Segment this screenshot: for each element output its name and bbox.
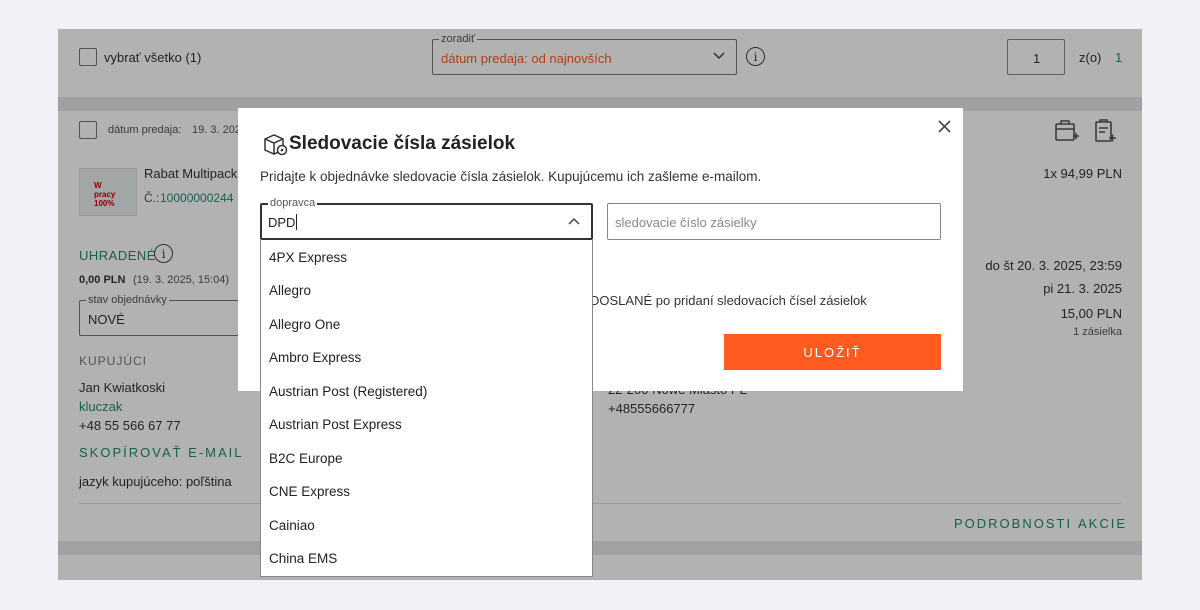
carrier-dropdown-list: 4PX Express Allegro Allegro One Ambro Ex… — [260, 240, 593, 577]
close-icon[interactable] — [938, 120, 951, 133]
carrier-option[interactable]: Allegro One — [269, 317, 340, 332]
carrier-option[interactable]: Allegro — [269, 283, 311, 298]
carrier-option[interactable]: Austrian Post Express — [269, 417, 402, 432]
tracking-number-placeholder: sledovacie číslo zásielky — [615, 215, 757, 230]
carrier-option[interactable]: 4PX Express — [269, 250, 347, 265]
carrier-option[interactable]: Cainiao — [269, 518, 315, 533]
carrier-option[interactable]: B2C Europe — [269, 451, 343, 466]
mark-sent-option-text: DOSLANÉ po pridaní sledovacích čísel zás… — [590, 293, 867, 308]
carrier-value: DPD — [268, 215, 296, 230]
modal-description: Pridajte k objednávke sledovacie čísla z… — [260, 169, 762, 184]
carrier-select[interactable]: dopravca DPD — [260, 196, 593, 240]
carrier-option[interactable]: CNE Express — [269, 484, 350, 499]
package-tracking-icon — [264, 134, 288, 156]
text-cursor — [296, 214, 297, 230]
chevron-up-icon[interactable] — [568, 217, 580, 225]
carrier-legend: dopravca — [268, 196, 318, 210]
modal-title: Sledovacie čísla zásielok — [289, 133, 516, 154]
carrier-option[interactable]: Austrian Post (Registered) — [269, 384, 427, 399]
carrier-option[interactable]: Ambro Express — [269, 350, 361, 365]
tracking-number-input[interactable]: sledovacie číslo zásielky — [607, 203, 941, 240]
save-button[interactable]: ULOŽIŤ — [724, 334, 941, 370]
carrier-option[interactable]: China EMS — [269, 551, 337, 566]
save-button-label: ULOŽIŤ — [803, 344, 862, 360]
